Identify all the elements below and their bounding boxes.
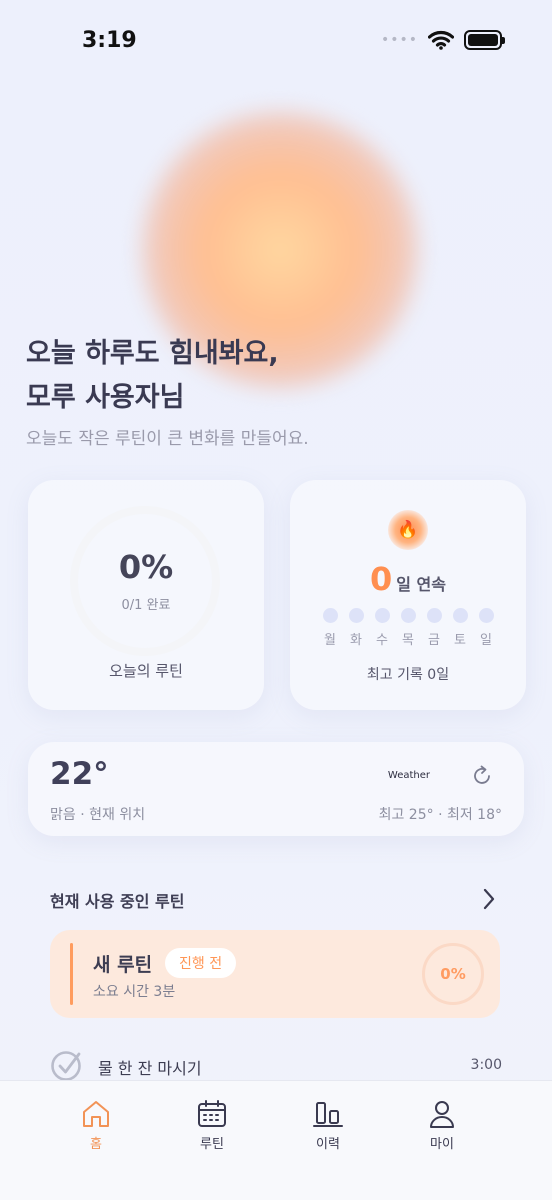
greeting-line-2: 모루 사용자님 xyxy=(26,382,185,413)
day-label: 금 xyxy=(428,633,440,648)
routine-name: 새 루틴 xyxy=(93,954,153,976)
streak-unit: 일 연속 xyxy=(396,575,446,594)
tab-history[interactable]: 이력 xyxy=(288,1099,368,1152)
day-dot xyxy=(348,608,364,623)
day-tue: 화 xyxy=(348,608,364,648)
chevron-right-icon[interactable] xyxy=(480,886,498,912)
weather-temperature: 22° xyxy=(50,756,109,792)
streak-count: 0 xyxy=(370,560,393,598)
status-time: 3:19 xyxy=(82,28,137,53)
calendar-icon xyxy=(198,1100,226,1127)
day-dot xyxy=(374,608,390,623)
weather-high-low: 최고 25° · 최저 18° xyxy=(378,807,502,823)
task-time: 3:00 xyxy=(470,1057,502,1073)
day-sat: 토 xyxy=(452,608,468,648)
today-progress-card[interactable]: 0% 0/1 완료 오늘의 루틴 xyxy=(28,480,264,710)
day-label: 월 xyxy=(324,633,336,648)
day-sun: 일 xyxy=(478,608,494,648)
tab-label: 홈 xyxy=(90,1137,102,1152)
tab-label: 루틴 xyxy=(200,1137,224,1152)
day-label: 수 xyxy=(376,633,388,648)
progress-percent: 0% xyxy=(118,548,174,586)
weather-card[interactable]: 22° 맑음 · 현재 위치 Weather 최고 25° · 최저 18° xyxy=(28,742,524,836)
weather-brand: Weather xyxy=(385,770,430,781)
weather-condition: 맑음 · 현재 위치 xyxy=(50,807,146,823)
tab-routine[interactable]: 루틴 xyxy=(172,1099,252,1152)
flame-icon: 🔥 xyxy=(388,510,428,550)
day-dot xyxy=(426,608,442,623)
day-wed: 수 xyxy=(374,608,390,648)
day-thu: 목 xyxy=(400,608,416,648)
routine-progress-ring: 0% xyxy=(422,943,484,1005)
streak-best-record: 최고 기록 0일 xyxy=(366,667,450,683)
day-label: 화 xyxy=(350,633,362,648)
routine-status-badge: 진행 전 xyxy=(165,948,237,978)
streak-card[interactable]: 🔥 0일 연속 월 화 수 목 금 토 일 최고 기록 0일 xyxy=(290,480,526,710)
day-dot xyxy=(400,608,416,623)
greeting-line-1: 오늘 하루도 힘내봐요, xyxy=(26,338,279,369)
status-icons: •••• xyxy=(380,30,505,50)
current-routine-section-title: 현재 사용 중인 루틴 xyxy=(50,892,185,911)
day-label: 토 xyxy=(454,633,466,648)
week-tracker: 월 화 수 목 금 토 일 xyxy=(322,608,494,648)
tab-label: 이력 xyxy=(316,1137,340,1152)
day-label: 일 xyxy=(480,633,492,648)
routine-duration: 소요 시간 3분 xyxy=(93,984,176,1000)
tab-my[interactable]: 마이 xyxy=(402,1099,482,1152)
refresh-icon[interactable] xyxy=(470,764,494,788)
wifi-icon xyxy=(428,30,454,50)
progress-done-count: 0/1 완료 xyxy=(121,598,171,613)
check-circle-icon[interactable] xyxy=(50,1048,84,1082)
routine-accent-bar xyxy=(70,943,73,1005)
day-dot xyxy=(322,608,338,623)
tab-home[interactable]: 홈 xyxy=(56,1099,136,1152)
progress-card-label: 오늘의 루틴 xyxy=(109,662,183,680)
day-dot xyxy=(452,608,468,623)
greeting-subtitle: 오늘도 작은 루틴이 큰 변화를 만들어요. xyxy=(26,429,309,449)
bar-chart-icon xyxy=(313,1102,343,1127)
day-label: 목 xyxy=(402,633,414,648)
task-row[interactable]: 물 한 잔 마시기 3:00 xyxy=(50,1048,502,1084)
signal-dots-icon: •••• xyxy=(380,32,418,48)
weather-brand-label: Weather xyxy=(387,770,430,781)
person-icon xyxy=(430,1101,454,1128)
day-mon: 월 xyxy=(322,608,338,648)
day-fri: 금 xyxy=(426,608,442,648)
bottom-tab-bar: 홈 루틴 이력 마이 xyxy=(0,1080,552,1200)
battery-icon xyxy=(464,30,505,50)
day-dot xyxy=(478,608,494,623)
tab-label: 마이 xyxy=(430,1137,454,1152)
streak-row: 0일 연속 xyxy=(290,560,526,598)
status-bar: 3:19 •••• xyxy=(0,0,552,84)
task-name: 물 한 잔 마시기 xyxy=(98,1059,202,1078)
home-icon xyxy=(83,1101,109,1127)
greeting: 오늘 하루도 힘내봐요, 모루 사용자님 xyxy=(26,332,279,420)
routine-card[interactable]: 새 루틴 진행 전 소요 시간 3분 0% xyxy=(50,930,500,1018)
